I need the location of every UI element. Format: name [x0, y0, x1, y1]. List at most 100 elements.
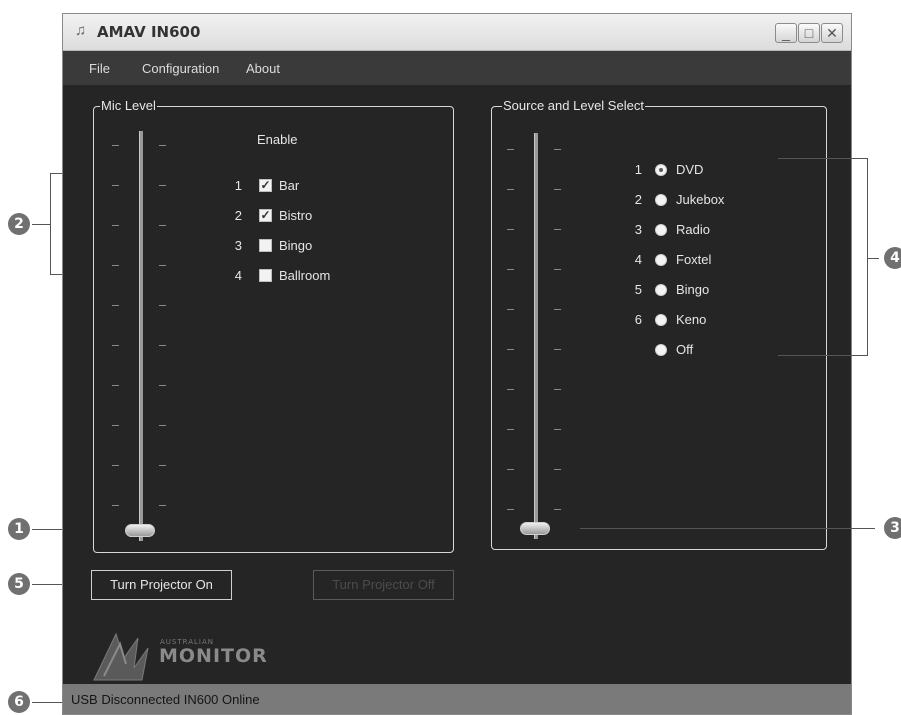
slider-tick	[159, 305, 166, 306]
bistro-checkbox[interactable]: ✓	[259, 209, 272, 222]
maximize-icon: □	[804, 25, 814, 41]
close-icon: ✕	[826, 25, 838, 41]
slider-tick	[159, 385, 166, 386]
turn-projector-on-button[interactable]: Turn Projector On	[91, 570, 232, 600]
logo-mark-icon	[93, 632, 149, 681]
source-6-number: 6	[634, 312, 642, 327]
slider-tick	[554, 269, 561, 270]
slider-tick	[159, 265, 166, 266]
ballroom-checkbox[interactable]	[259, 269, 272, 282]
slider-tick	[554, 469, 561, 470]
window-title: AMAV IN600	[97, 23, 201, 41]
maximize-button[interactable]: □	[798, 23, 820, 43]
enable-header: Enable	[257, 132, 298, 147]
bingo-radio[interactable]	[655, 284, 667, 296]
title-bar[interactable]: ♫ AMAV IN600 _ □ ✕	[63, 14, 851, 51]
off-radio[interactable]	[655, 344, 667, 356]
channel-3-number: 3	[234, 238, 242, 253]
mic-level-title: Mic Level	[100, 98, 157, 113]
slider-tick	[554, 429, 561, 430]
menu-about[interactable]: About	[246, 61, 280, 76]
callout-line-2	[32, 224, 50, 225]
menu-configuration[interactable]: Configuration	[142, 61, 219, 76]
slider-tick	[112, 265, 119, 266]
logo-line-2: MONITOR	[159, 645, 268, 667]
callout-bracket-2	[50, 173, 51, 275]
bar-checkbox[interactable]: ✓	[259, 179, 272, 192]
callout-line-3	[580, 528, 875, 529]
turn-projector-off-button[interactable]: Turn Projector Off	[313, 570, 454, 600]
radio-label: Radio	[676, 222, 710, 237]
slider-tick	[112, 345, 119, 346]
menu-bar: File Configuration About	[63, 51, 851, 85]
callout-6: 6	[8, 691, 30, 713]
slider-tick	[159, 145, 166, 146]
status-bar: USB Disconnected IN600 Online	[63, 684, 851, 714]
callout-bracket-4-bottom	[778, 355, 868, 356]
slider-tick	[554, 189, 561, 190]
slider-tick	[554, 309, 561, 310]
callout-5: 5	[8, 573, 30, 595]
source-level-slider[interactable]	[520, 522, 550, 535]
bingo-checkbox[interactable]	[259, 239, 272, 252]
slider-tick	[507, 509, 514, 510]
slider-tick	[554, 509, 561, 510]
callout-line-4	[867, 258, 879, 259]
callout-2: 2	[8, 213, 30, 235]
slider-tick	[554, 149, 561, 150]
source-2-number: 2	[634, 192, 642, 207]
minimize-button[interactable]: _	[775, 23, 797, 43]
dvd-radio[interactable]	[655, 164, 667, 176]
keno-label: Keno	[676, 312, 707, 327]
off-label: Off	[676, 342, 694, 357]
speaker-icon: ♫	[75, 22, 87, 39]
slider-tick	[507, 189, 514, 190]
channel-4-number: 4	[234, 268, 242, 283]
slider-tick	[112, 225, 119, 226]
source-level-title: Source and Level Select	[502, 98, 645, 113]
mic-level-slider[interactable]	[125, 524, 155, 537]
source-level-group: Source and Level Select 1 DVD 2 Jukebox …	[491, 98, 827, 550]
ballroom-label: Ballroom	[279, 268, 331, 283]
channel-2-number: 2	[234, 208, 242, 223]
mic-level-group: Mic Level Enable 1 ✓ Bar 2 ✓ Bistro 3 Bi…	[93, 98, 454, 553]
menu-file[interactable]: File	[89, 61, 110, 76]
slider-tick	[554, 389, 561, 390]
radio-radio[interactable]	[655, 224, 667, 236]
slider-tick	[159, 225, 166, 226]
slider-tick	[507, 469, 514, 470]
jukebox-label: Jukebox	[676, 192, 725, 207]
mic-level-track	[139, 131, 143, 541]
dvd-label: DVD	[676, 162, 704, 177]
slider-tick	[112, 425, 119, 426]
bistro-label: Bistro	[279, 208, 313, 223]
slider-tick	[507, 269, 514, 270]
source-4-number: 4	[634, 252, 642, 267]
bingo-source-label: Bingo	[676, 282, 710, 297]
slider-tick	[554, 229, 561, 230]
slider-tick	[112, 465, 119, 466]
slider-tick	[507, 349, 514, 350]
callout-bracket-4-top	[778, 158, 868, 159]
slider-tick	[507, 309, 514, 310]
source-1-number: 1	[634, 162, 642, 177]
foxtel-label: Foxtel	[676, 252, 712, 267]
close-button[interactable]: ✕	[821, 23, 843, 43]
bingo-label: Bingo	[279, 238, 313, 253]
slider-tick	[112, 305, 119, 306]
foxtel-radio[interactable]	[655, 254, 667, 266]
slider-tick	[159, 425, 166, 426]
slider-tick	[507, 229, 514, 230]
callout-3: 3	[884, 517, 901, 539]
source-level-track	[534, 133, 538, 539]
bar-label: Bar	[279, 178, 300, 193]
slider-tick	[554, 349, 561, 350]
minimize-icon: _	[782, 25, 790, 41]
jukebox-radio[interactable]	[655, 194, 667, 206]
app-window: ♫ AMAV IN600 _ □ ✕ File Configuration Ab…	[62, 13, 852, 715]
slider-tick	[112, 185, 119, 186]
slider-tick	[507, 389, 514, 390]
callout-line-6	[32, 702, 62, 703]
callout-4: 4	[884, 247, 901, 269]
keno-radio[interactable]	[655, 314, 667, 326]
